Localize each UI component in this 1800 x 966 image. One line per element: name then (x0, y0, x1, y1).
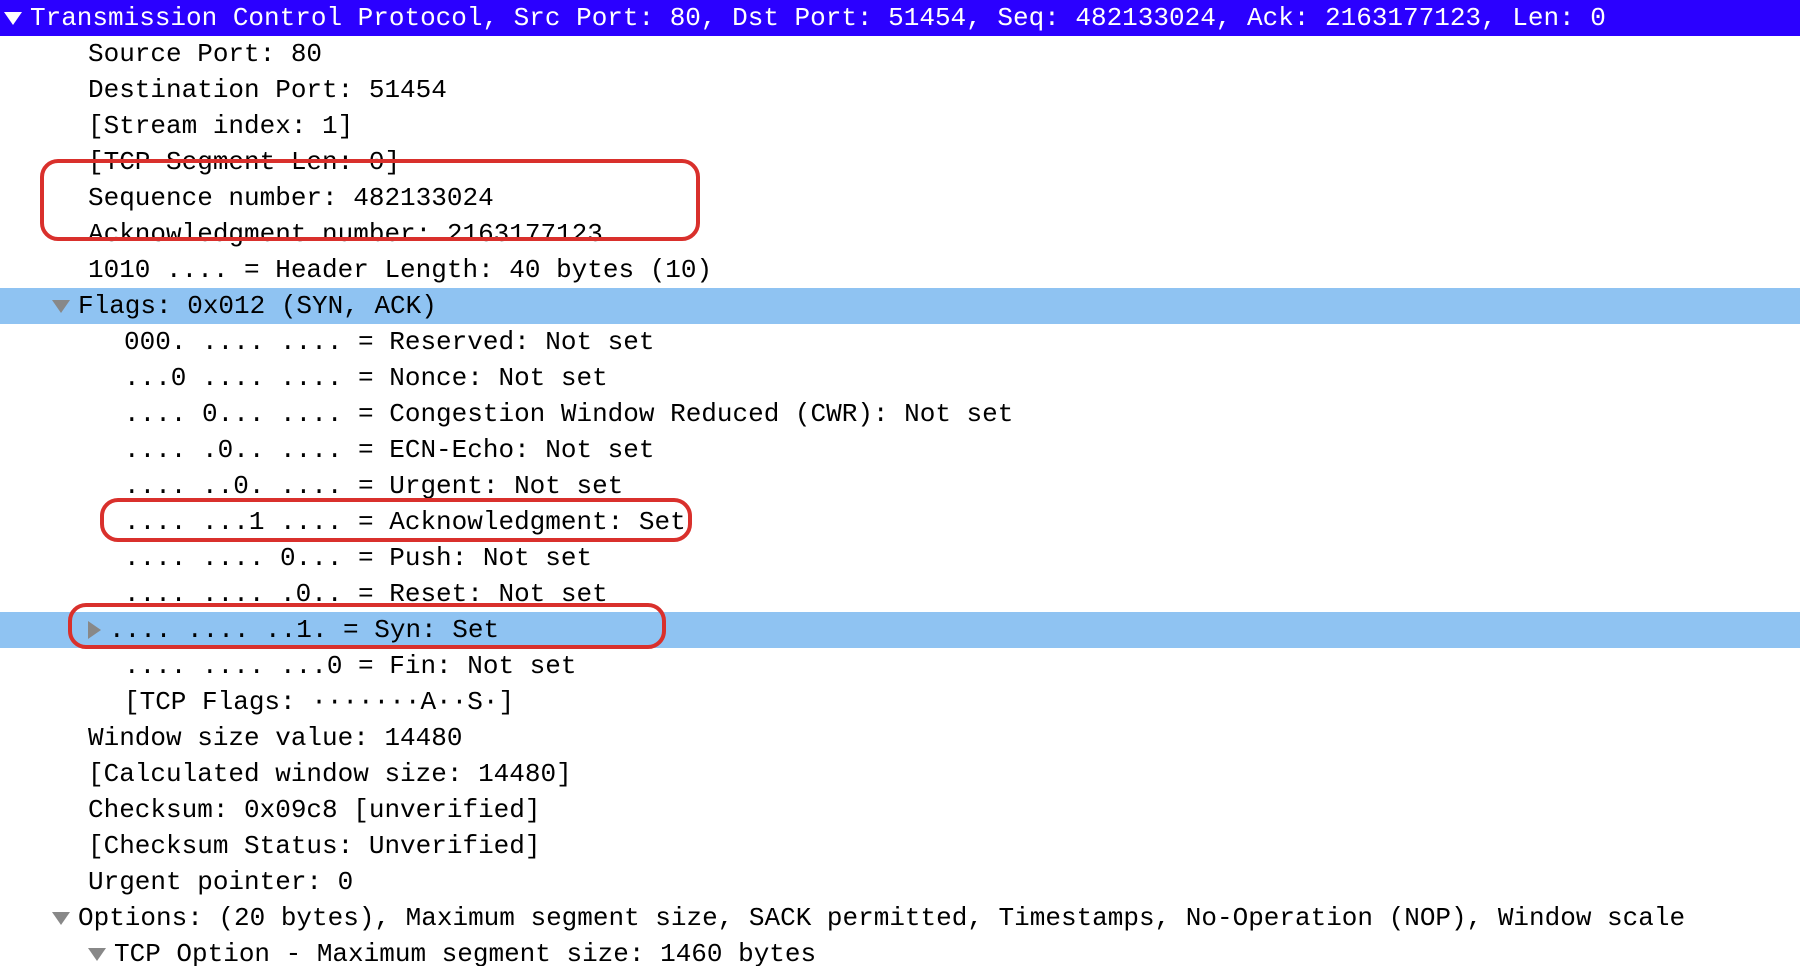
flag-reset[interactable]: .... .... .0.. = Reset: Not set (0, 576, 1800, 612)
expand-toggle-icon[interactable] (52, 912, 70, 925)
expand-toggle-icon[interactable] (52, 300, 70, 313)
field-calc-window[interactable]: [Calculated window size: 14480] (0, 756, 1800, 792)
expand-toggle-icon[interactable] (88, 621, 101, 639)
flag-cwr[interactable]: .... 0... .... = Congestion Window Reduc… (0, 396, 1800, 432)
field-checksum[interactable]: Checksum: 0x09c8 [unverified] (0, 792, 1800, 828)
field-destination-port[interactable]: Destination Port: 51454 (0, 72, 1800, 108)
flag-nonce[interactable]: ...0 .... .... = Nonce: Not set (0, 360, 1800, 396)
expand-toggle-icon[interactable] (88, 948, 106, 961)
tcp-flags-summary[interactable]: [TCP Flags: ·······A··S·] (0, 684, 1800, 720)
field-window-size[interactable]: Window size value: 14480 (0, 720, 1800, 756)
field-checksum-status[interactable]: [Checksum Status: Unverified] (0, 828, 1800, 864)
field-urgent-pointer[interactable]: Urgent pointer: 0 (0, 864, 1800, 900)
field-ack-number[interactable]: Acknowledgment number: 2163177123 (0, 216, 1800, 252)
flag-urgent[interactable]: .... ..0. .... = Urgent: Not set (0, 468, 1800, 504)
tcp-header-row[interactable]: Transmission Control Protocol, Src Port:… (0, 0, 1800, 36)
flag-ack[interactable]: .... ...1 .... = Acknowledgment: Set (0, 504, 1800, 540)
flag-push[interactable]: .... .... 0... = Push: Not set (0, 540, 1800, 576)
field-options[interactable]: Options: (20 bytes), Maximum segment siz… (0, 900, 1800, 936)
field-tcp-segment-len[interactable]: [TCP Segment Len: 0] (0, 144, 1800, 180)
flag-fin[interactable]: .... .... ...0 = Fin: Not set (0, 648, 1800, 684)
field-header-length[interactable]: 1010 .... = Header Length: 40 bytes (10) (0, 252, 1800, 288)
flag-ecn[interactable]: .... .0.. .... = ECN-Echo: Not set (0, 432, 1800, 468)
tcp-option-mss[interactable]: TCP Option - Maximum segment size: 1460 … (0, 936, 1800, 966)
field-flags[interactable]: Flags: 0x012 (SYN, ACK) (0, 288, 1800, 324)
field-stream-index[interactable]: [Stream index: 1] (0, 108, 1800, 144)
field-sequence-number[interactable]: Sequence number: 482133024 (0, 180, 1800, 216)
expand-toggle-icon[interactable] (4, 12, 22, 25)
packet-details-pane[interactable]: Transmission Control Protocol, Src Port:… (0, 0, 1800, 966)
flag-reserved[interactable]: 000. .... .... = Reserved: Not set (0, 324, 1800, 360)
field-source-port[interactable]: Source Port: 80 (0, 36, 1800, 72)
flag-syn[interactable]: .... .... ..1. = Syn: Set (0, 612, 1800, 648)
tcp-header-text: Transmission Control Protocol, Src Port:… (30, 0, 1606, 36)
